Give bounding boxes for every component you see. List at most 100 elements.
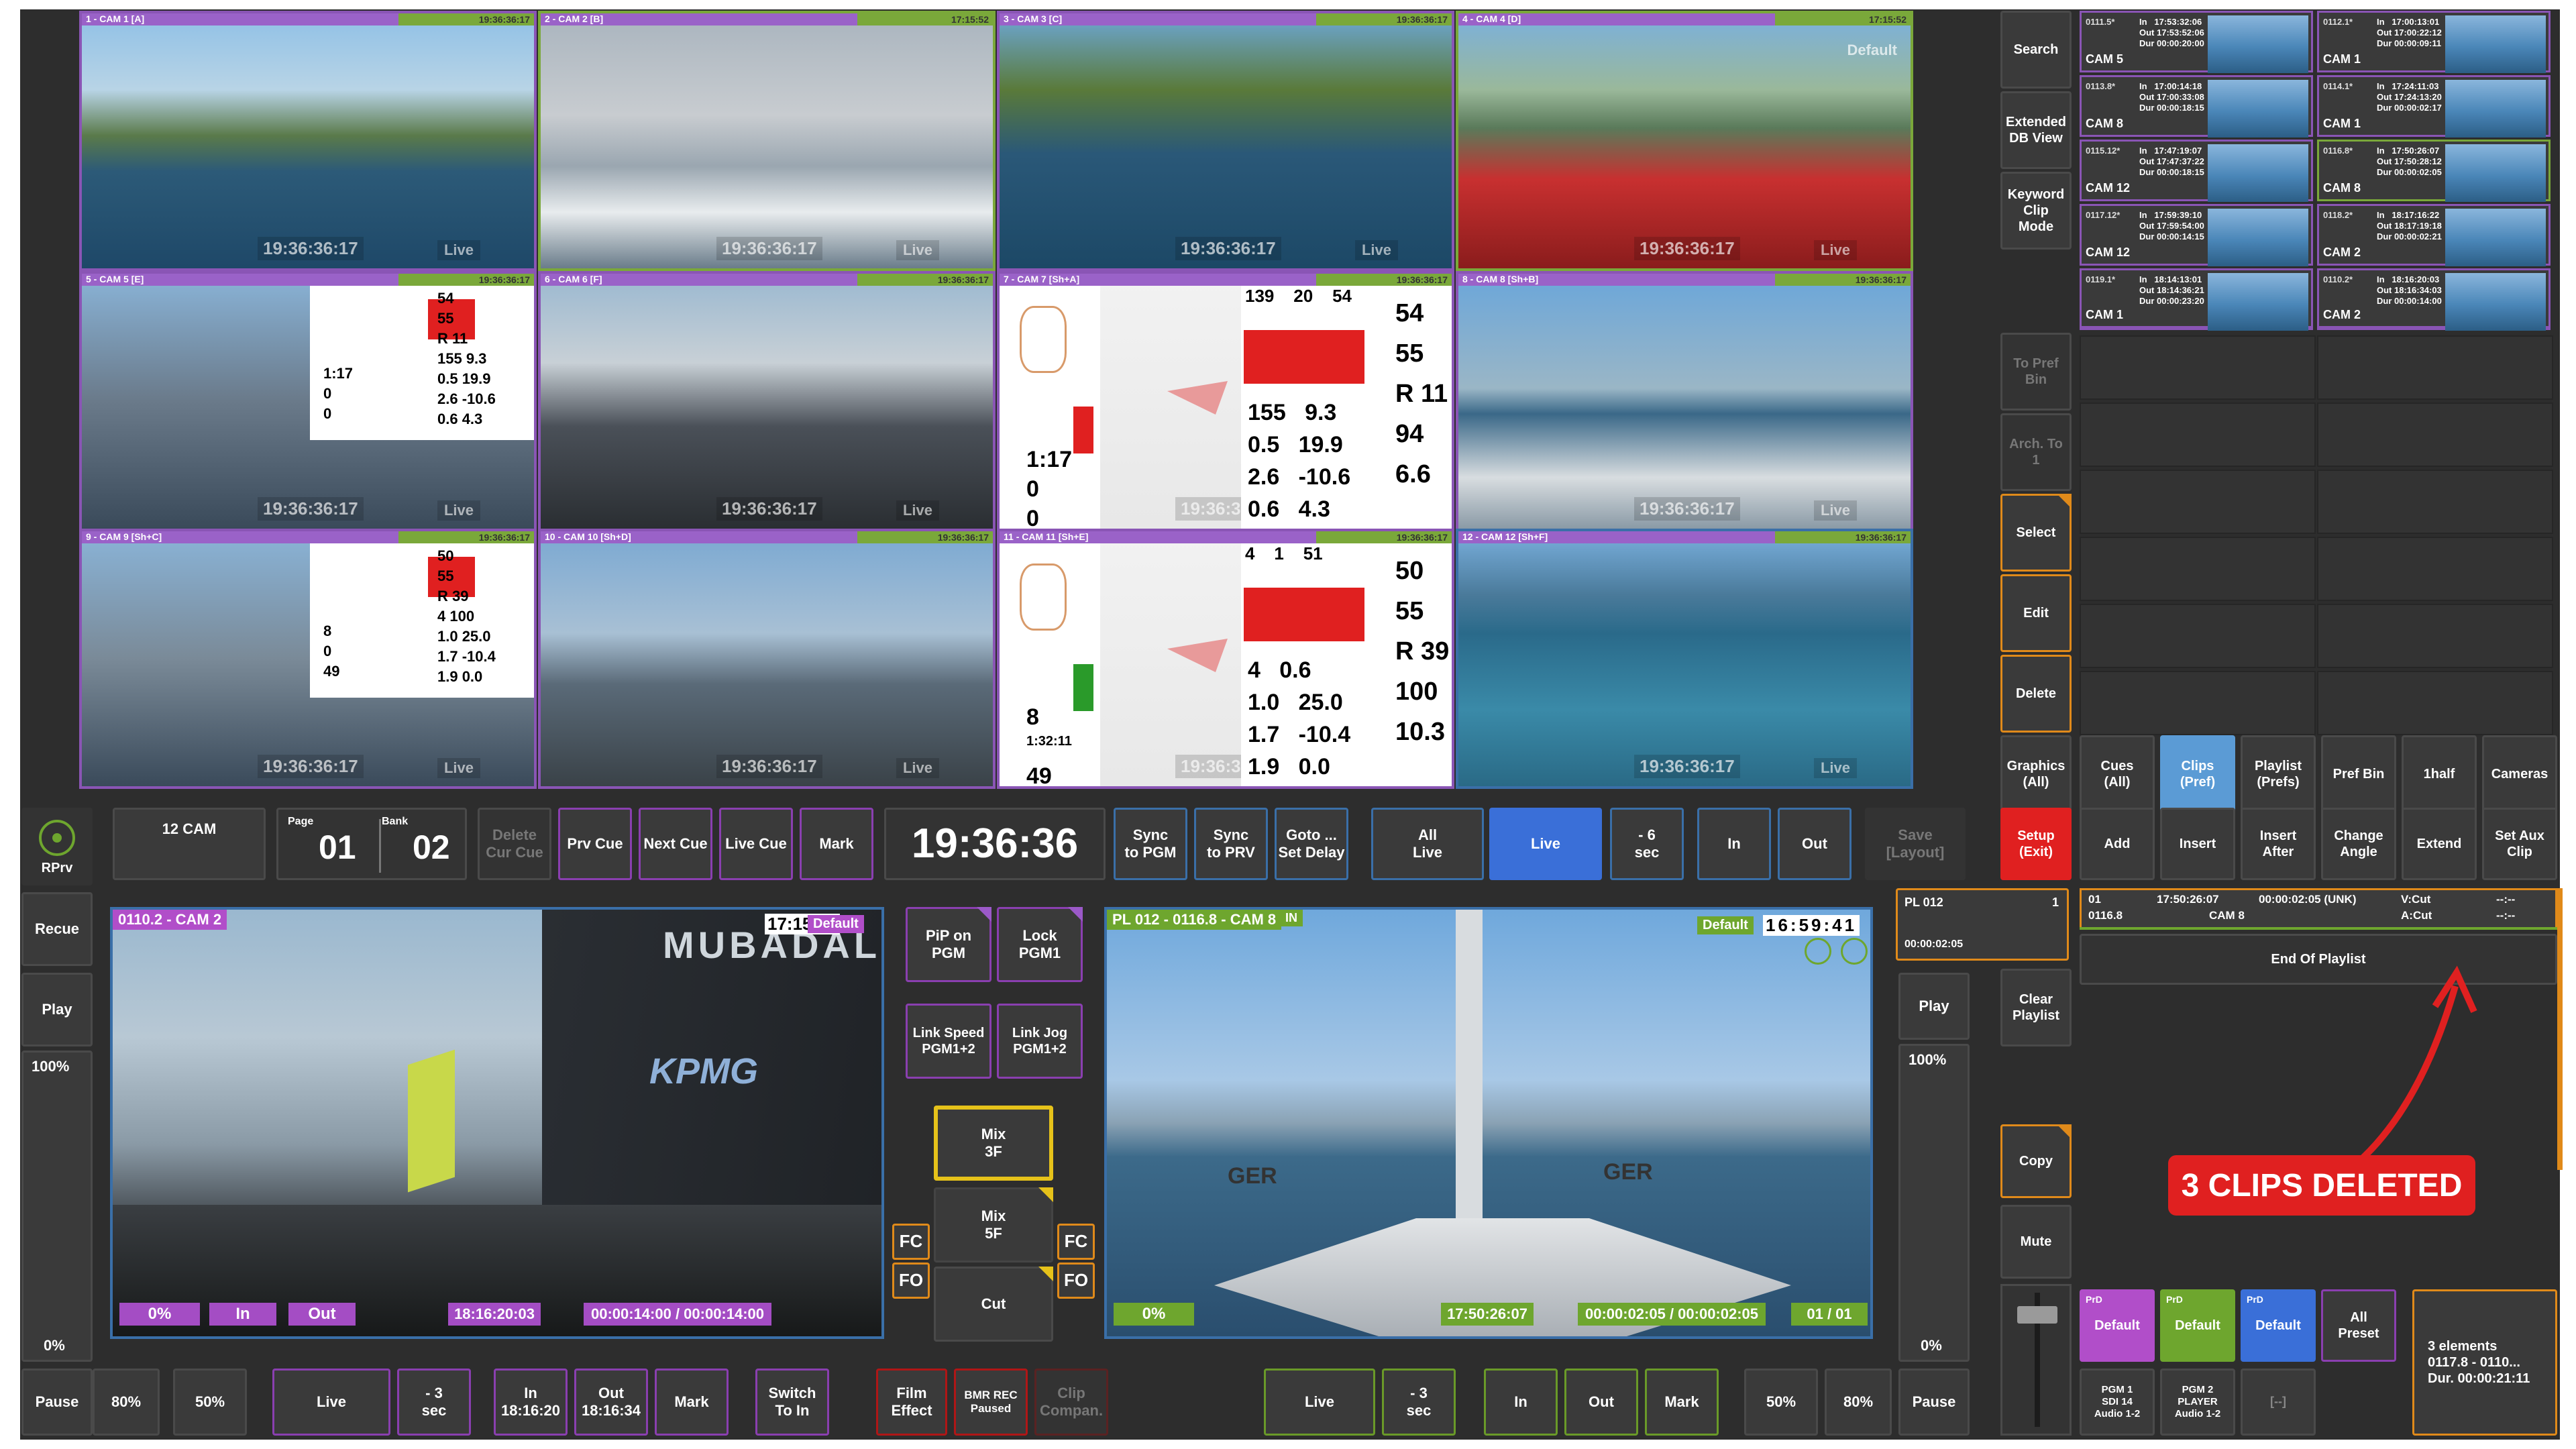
clip-thumbnail[interactable]: 0113.8* In 17:00:14:18 Out 17:00:33:08 Dur … xyxy=(2080,75,2313,138)
live-cue-button[interactable]: Live Cue xyxy=(719,808,793,880)
empty-clip-slot[interactable] xyxy=(2317,402,2553,467)
extend-button[interactable]: Extend xyxy=(2402,808,2477,880)
insert-after-button[interactable]: Insert After xyxy=(2241,808,2316,880)
out-button[interactable]: Out xyxy=(1778,808,1851,880)
bottom-minus3-button[interactable]: - 3 sec xyxy=(397,1368,471,1436)
right-mark-button[interactable]: Mark xyxy=(1645,1368,1719,1436)
output-pgm2-button[interactable]: PGM 2 PLAYER Audio 1-2 xyxy=(2160,1368,2235,1436)
right-50pct-button[interactable]: 50% xyxy=(1744,1368,1818,1436)
mute-button[interactable]: Mute xyxy=(2000,1205,2072,1279)
right-player-monitor[interactable]: GER GER xyxy=(1104,907,1873,1339)
speed-slider[interactable]: 100% 0% xyxy=(21,1051,93,1362)
empty-clip-slot[interactable] xyxy=(2317,470,2553,534)
playlist-header[interactable]: PL 012 1 00:00:02:05 xyxy=(1896,888,2069,961)
cut-button[interactable]: Cut xyxy=(934,1267,1053,1342)
camera-tile[interactable]: 2 - CAM 2 [B] 17:15:52 19:36:36:17 Live xyxy=(538,11,996,271)
all-live-button[interactable]: All Live xyxy=(1371,808,1484,880)
clip-thumbnail[interactable]: 0111.5* In 17:53:32:06 Out 17:53:52:06 Dur … xyxy=(2080,11,2313,73)
select-button[interactable]: Select xyxy=(2000,494,2072,572)
graphics-all-button[interactable]: Graphics (All) xyxy=(2000,735,2072,813)
in-button[interactable]: In xyxy=(1697,808,1771,880)
camera-tile[interactable]: 4 - CAM 4 [D] 17:15:52 19:36:36:17 Live Defa… xyxy=(1456,11,1913,271)
right-minus3-button[interactable]: - 3 sec xyxy=(1382,1368,1456,1436)
clip-thumbnail[interactable]: 0116.8* In 17:50:26:07 Out 17:50:28:12 Dur … xyxy=(2317,140,2551,202)
delete-button[interactable]: Delete xyxy=(2000,655,2072,733)
goto-set-delay-button[interactable]: Goto ... Set Delay xyxy=(1275,808,1348,880)
sync-to-pgm-button[interactable]: Sync to PGM xyxy=(1114,808,1187,880)
playlist-play-button[interactable]: Play xyxy=(1898,973,1970,1040)
copy-button[interactable]: Copy xyxy=(2000,1124,2072,1198)
bmr-rec-button[interactable]: BMR REC Paused xyxy=(954,1368,1028,1436)
clear-playlist-button[interactable]: Clear Playlist xyxy=(2000,969,2072,1046)
empty-clip-slot[interactable] xyxy=(2080,335,2316,400)
live-button[interactable]: Live xyxy=(1489,808,1602,880)
empty-clip-slot[interactable] xyxy=(2080,604,2316,668)
camera-tile[interactable]: 7 - CAM 7 [Sh+A]19:36:36:1719:36:36:17Li… xyxy=(997,271,1454,531)
preset-2-button[interactable]: PrD Default xyxy=(2160,1289,2235,1362)
link-jog-button[interactable]: Link Jog PGM1+2 xyxy=(997,1004,1083,1079)
page-bank-selector[interactable]: Page 01 Bank 02 xyxy=(276,808,467,880)
fo-left-button[interactable]: FO xyxy=(892,1263,930,1299)
cam-count-button[interactable]: 12 CAM xyxy=(113,808,266,880)
playlist-pause-button[interactable]: Pause xyxy=(1898,1368,1970,1436)
all-preset-button[interactable]: All Preset xyxy=(2321,1289,2396,1362)
pause-button[interactable]: Pause xyxy=(21,1368,93,1436)
prev-cue-button[interactable]: Prv Cue xyxy=(558,808,632,880)
audio-fader[interactable] xyxy=(2000,1284,2072,1436)
empty-clip-slot[interactable] xyxy=(2080,402,2316,467)
mark-button[interactable]: Mark xyxy=(800,808,873,880)
camera-tile[interactable]: 5 - CAM 5 [E] 19:36:36:17 19:36:36:17 Live 5… xyxy=(79,271,537,531)
bottom-mark-button[interactable]: Mark xyxy=(655,1368,729,1436)
camera-tile[interactable]: 6 - CAM 6 [F] 19:36:36:17 19:36:36:17 Live xyxy=(538,271,996,531)
switch-to-in-button[interactable]: Switch To In xyxy=(755,1368,829,1436)
set-aux-clip-button[interactable]: Set Aux Clip xyxy=(2482,808,2557,880)
play-button[interactable]: Play xyxy=(21,973,93,1046)
empty-clip-slot[interactable] xyxy=(2080,671,2316,735)
clip-thumbnail[interactable]: 0119.1* In 18:14:13:01 Out 18:14:36:21 Dur … xyxy=(2080,268,2313,331)
bottom-50pct-button[interactable]: 50% xyxy=(173,1368,247,1436)
clip-thumbnail[interactable]: 0118.2* In 18:17:16:22 Out 18:17:19:18 Dur … xyxy=(2317,204,2551,266)
bottom-live-button[interactable]: Live xyxy=(272,1368,390,1436)
camera-tile[interactable]: 10 - CAM 10 [Sh+D] 19:36:36:17 19:36:36:17… xyxy=(538,529,996,789)
right-in-button[interactable]: In xyxy=(1484,1368,1558,1436)
preset-3-button[interactable]: PrD Default xyxy=(2241,1289,2316,1362)
save-layout-button[interactable]: Save [Layout] xyxy=(1865,808,1966,880)
bottom-out-button[interactable]: Out 18:16:34 xyxy=(574,1368,648,1436)
empty-clip-slot[interactable] xyxy=(2317,671,2553,735)
playlist-scrollbar[interactable] xyxy=(2557,888,2563,1170)
output-pgm1-button[interactable]: PGM 1 SDI 14 Audio 1-2 xyxy=(2080,1368,2155,1436)
next-cue-button[interactable]: Next Cue xyxy=(639,808,712,880)
camera-tile[interactable]: 12 - CAM 12 [Sh+F] 19:36:36:17 19:36:36:17… xyxy=(1456,529,1913,789)
mix-3f-button[interactable]: Mix 3F xyxy=(934,1106,1053,1181)
clip-thumbnail[interactable]: 0115.12* In 17:47:19:07 Out 17:47:37:22 Dur… xyxy=(2080,140,2313,202)
clip-thumbnail[interactable]: 0114.1* In 17:24:11:03 Out 17:24:13:20 Dur … xyxy=(2317,75,2551,138)
delete-cur-cue-button[interactable]: Delete Cur Cue xyxy=(478,808,551,880)
right-80pct-button[interactable]: 80% xyxy=(1825,1368,1892,1436)
edit-button[interactable]: Edit xyxy=(2000,574,2072,652)
left-player-monitor[interactable]: MUBADALA KPMG xyxy=(110,907,884,1339)
link-speed-button[interactable]: Link Speed PGM1+2 xyxy=(906,1004,991,1079)
lock-pgm1-button[interactable]: Lock PGM1 xyxy=(997,907,1083,982)
search-button[interactable]: Search xyxy=(2000,11,2072,89)
camera-tile[interactable]: 1 - CAM 1 [A] 19:36:36:17 19:36:36:17 Live xyxy=(79,11,537,271)
tab-1half[interactable]: 1half xyxy=(2402,735,2477,813)
empty-clip-slot[interactable] xyxy=(2080,470,2316,534)
insert-button[interactable]: Insert xyxy=(2160,808,2235,880)
preset-1-button[interactable]: PrD Default xyxy=(2080,1289,2155,1362)
clip-thumbnail[interactable]: 0112.1* In 17:00:13:01 Out 17:00:22:12 Dur … xyxy=(2317,11,2551,73)
fader-handle[interactable] xyxy=(2017,1306,2057,1324)
right-live-button[interactable]: Live xyxy=(1264,1368,1375,1436)
empty-clip-slot[interactable] xyxy=(2080,537,2316,601)
fc-left-button[interactable]: FC xyxy=(892,1224,930,1260)
tab-cameras[interactable]: Cameras xyxy=(2482,735,2557,813)
mix-5f-button[interactable]: Mix 5F xyxy=(934,1187,1053,1263)
recue-button[interactable]: Recue xyxy=(21,892,93,966)
right-out-button[interactable]: Out xyxy=(1564,1368,1638,1436)
tab-playlist[interactable]: Playlist (Prefs) xyxy=(2241,735,2316,813)
camera-tile[interactable]: 3 - CAM 3 [C] 19:36:36:17 19:36:36:17 Live xyxy=(997,11,1454,271)
bottom-in-button[interactable]: In 18:16:20 xyxy=(494,1368,568,1436)
fc-right-button[interactable]: FC xyxy=(1057,1224,1095,1260)
playlist-speed-slider[interactable]: 100% 0% xyxy=(1898,1044,1970,1362)
archive-to-button[interactable]: Arch. To 1 xyxy=(2000,413,2072,491)
camera-tile[interactable]: 8 - CAM 8 [Sh+B] 19:36:36:17 19:36:36:17 Li… xyxy=(1456,271,1913,531)
